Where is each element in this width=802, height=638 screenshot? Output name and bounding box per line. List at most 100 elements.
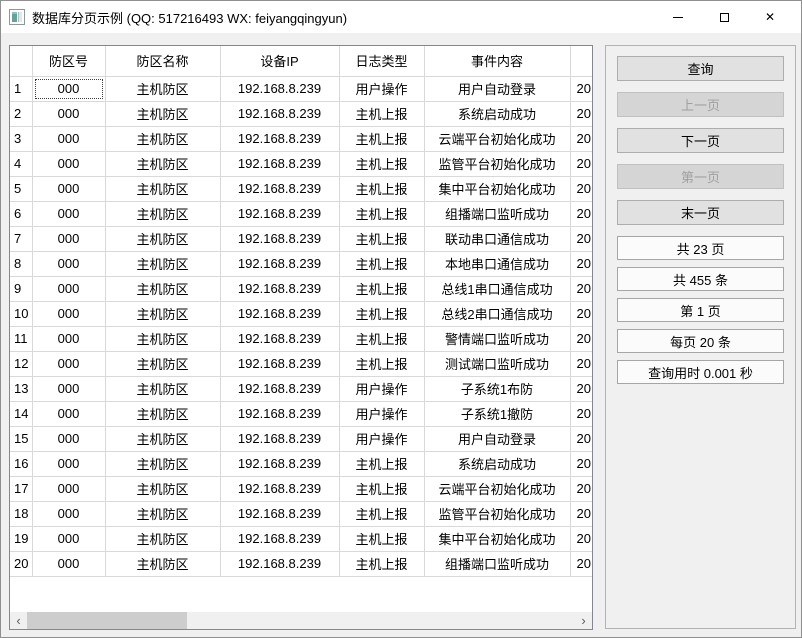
cell-time[interactable]: 20 bbox=[570, 101, 592, 126]
cell-time[interactable]: 20 bbox=[570, 176, 592, 201]
titlebar[interactable]: 数据库分页示例 (QQ: 517216493 WX: feiyangqingyu… bbox=[1, 1, 801, 33]
cell-ip[interactable]: 192.168.8.239 bbox=[220, 476, 339, 501]
cell-log-type[interactable]: 主机上报 bbox=[339, 301, 424, 326]
cell-log-type[interactable]: 主机上报 bbox=[339, 351, 424, 376]
cell-zone[interactable]: 000 bbox=[32, 301, 105, 326]
cell-zone-name[interactable]: 主机防区 bbox=[105, 301, 220, 326]
cell-log-type[interactable]: 主机上报 bbox=[339, 451, 424, 476]
cell-zone-name[interactable]: 主机防区 bbox=[105, 476, 220, 501]
cell-zone-name[interactable]: 主机防区 bbox=[105, 226, 220, 251]
cell-log-type[interactable]: 主机上报 bbox=[339, 201, 424, 226]
cell-zone-name[interactable]: 主机防区 bbox=[105, 376, 220, 401]
cell-event[interactable]: 集中平台初始化成功 bbox=[424, 526, 570, 551]
cell-log-type[interactable]: 主机上报 bbox=[339, 526, 424, 551]
cell-event[interactable]: 子系统1撤防 bbox=[424, 401, 570, 426]
cell-time[interactable]: 20 bbox=[570, 276, 592, 301]
horizontal-scrollbar[interactable]: ‹ › bbox=[10, 612, 592, 629]
cell-log-type[interactable]: 主机上报 bbox=[339, 176, 424, 201]
cell-log-type[interactable]: 主机上报 bbox=[339, 226, 424, 251]
close-button[interactable]: ✕ bbox=[747, 1, 793, 33]
cell-log-type[interactable]: 主机上报 bbox=[339, 326, 424, 351]
scroll-left-icon[interactable]: ‹ bbox=[10, 612, 27, 629]
column-header-log-type[interactable]: 日志类型 bbox=[339, 46, 424, 76]
cell-zone-name[interactable]: 主机防区 bbox=[105, 276, 220, 301]
cell-ip[interactable]: 192.168.8.239 bbox=[220, 376, 339, 401]
cell-ip[interactable]: 192.168.8.239 bbox=[220, 401, 339, 426]
cell-zone-name[interactable]: 主机防区 bbox=[105, 326, 220, 351]
cell-event[interactable]: 用户自动登录 bbox=[424, 76, 570, 101]
column-header-zone-name[interactable]: 防区名称 bbox=[105, 46, 220, 76]
cell-event[interactable]: 组播端口监听成功 bbox=[424, 551, 570, 576]
cell-zone-name[interactable]: 主机防区 bbox=[105, 126, 220, 151]
cell-time[interactable]: 20 bbox=[570, 476, 592, 501]
cell-event[interactable]: 系统启动成功 bbox=[424, 451, 570, 476]
cell-zone[interactable]: 000 bbox=[32, 251, 105, 276]
cell-zone[interactable]: 000 bbox=[32, 276, 105, 301]
cell-zone-name[interactable]: 主机防区 bbox=[105, 501, 220, 526]
cell-event[interactable]: 测试端口监听成功 bbox=[424, 351, 570, 376]
cell-time[interactable]: 20 bbox=[570, 201, 592, 226]
cell-event[interactable]: 监管平台初始化成功 bbox=[424, 501, 570, 526]
cell-log-type[interactable]: 主机上报 bbox=[339, 151, 424, 176]
cell-ip[interactable]: 192.168.8.239 bbox=[220, 426, 339, 451]
cell-log-type[interactable]: 主机上报 bbox=[339, 101, 424, 126]
cell-zone[interactable]: 000 bbox=[32, 401, 105, 426]
cell-log-type[interactable]: 用户操作 bbox=[339, 376, 424, 401]
cell-event[interactable]: 联动串口通信成功 bbox=[424, 226, 570, 251]
cell-ip[interactable]: 192.168.8.239 bbox=[220, 451, 339, 476]
cell-ip[interactable]: 192.168.8.239 bbox=[220, 151, 339, 176]
cell-time[interactable]: 20 bbox=[570, 151, 592, 176]
scroll-right-icon[interactable]: › bbox=[575, 612, 592, 629]
cell-time[interactable]: 20 bbox=[570, 326, 592, 351]
cell-zone[interactable]: 000 bbox=[32, 376, 105, 401]
cell-zone[interactable]: 000 bbox=[32, 151, 105, 176]
cell-ip[interactable]: 192.168.8.239 bbox=[220, 201, 339, 226]
cell-time[interactable]: 20 bbox=[570, 426, 592, 451]
cell-zone[interactable]: 000 bbox=[32, 451, 105, 476]
cell-log-type[interactable]: 用户操作 bbox=[339, 426, 424, 451]
cell-ip[interactable]: 192.168.8.239 bbox=[220, 501, 339, 526]
cell-ip[interactable]: 192.168.8.239 bbox=[220, 76, 339, 101]
cell-time[interactable]: 20 bbox=[570, 526, 592, 551]
cell-log-type[interactable]: 主机上报 bbox=[339, 276, 424, 301]
cell-zone[interactable]: 000 bbox=[32, 126, 105, 151]
cell-log-type[interactable]: 主机上报 bbox=[339, 126, 424, 151]
cell-time[interactable]: 20 bbox=[570, 401, 592, 426]
cell-event[interactable]: 集中平台初始化成功 bbox=[424, 176, 570, 201]
cell-zone-name[interactable]: 主机防区 bbox=[105, 401, 220, 426]
cell-event[interactable]: 云端平台初始化成功 bbox=[424, 126, 570, 151]
cell-time[interactable]: 20 bbox=[570, 226, 592, 251]
cell-ip[interactable]: 192.168.8.239 bbox=[220, 176, 339, 201]
cell-ip[interactable]: 192.168.8.239 bbox=[220, 226, 339, 251]
cell-zone[interactable]: 000 bbox=[32, 226, 105, 251]
cell-event[interactable]: 子系统1布防 bbox=[424, 376, 570, 401]
cell-event[interactable]: 用户自动登录 bbox=[424, 426, 570, 451]
cell-zone[interactable]: 000 bbox=[32, 326, 105, 351]
query-button[interactable]: 查询 bbox=[617, 56, 784, 81]
cell-time[interactable]: 20 bbox=[570, 126, 592, 151]
cell-log-type[interactable]: 主机上报 bbox=[339, 501, 424, 526]
cell-ip[interactable]: 192.168.8.239 bbox=[220, 101, 339, 126]
cell-zone[interactable]: 000 bbox=[32, 76, 105, 101]
cell-event[interactable]: 系统启动成功 bbox=[424, 101, 570, 126]
cell-zone-name[interactable]: 主机防区 bbox=[105, 151, 220, 176]
cell-log-type[interactable]: 主机上报 bbox=[339, 551, 424, 576]
cell-time[interactable]: 20 bbox=[570, 551, 592, 576]
cell-event[interactable]: 监管平台初始化成功 bbox=[424, 151, 570, 176]
cell-zone[interactable]: 000 bbox=[32, 426, 105, 451]
cell-ip[interactable]: 192.168.8.239 bbox=[220, 551, 339, 576]
cell-zone[interactable]: 000 bbox=[32, 476, 105, 501]
cell-zone[interactable]: 000 bbox=[32, 201, 105, 226]
cell-event[interactable]: 总线2串口通信成功 bbox=[424, 301, 570, 326]
cell-zone-name[interactable]: 主机防区 bbox=[105, 101, 220, 126]
cell-event[interactable]: 警情端口监听成功 bbox=[424, 326, 570, 351]
cell-zone-name[interactable]: 主机防区 bbox=[105, 76, 220, 101]
cell-ip[interactable]: 192.168.8.239 bbox=[220, 301, 339, 326]
cell-zone-name[interactable]: 主机防区 bbox=[105, 426, 220, 451]
cell-time[interactable]: 20 bbox=[570, 76, 592, 101]
cell-time[interactable]: 20 bbox=[570, 501, 592, 526]
cell-ip[interactable]: 192.168.8.239 bbox=[220, 251, 339, 276]
cell-log-type[interactable]: 主机上报 bbox=[339, 476, 424, 501]
cell-zone[interactable]: 000 bbox=[32, 101, 105, 126]
cell-log-type[interactable]: 主机上报 bbox=[339, 251, 424, 276]
